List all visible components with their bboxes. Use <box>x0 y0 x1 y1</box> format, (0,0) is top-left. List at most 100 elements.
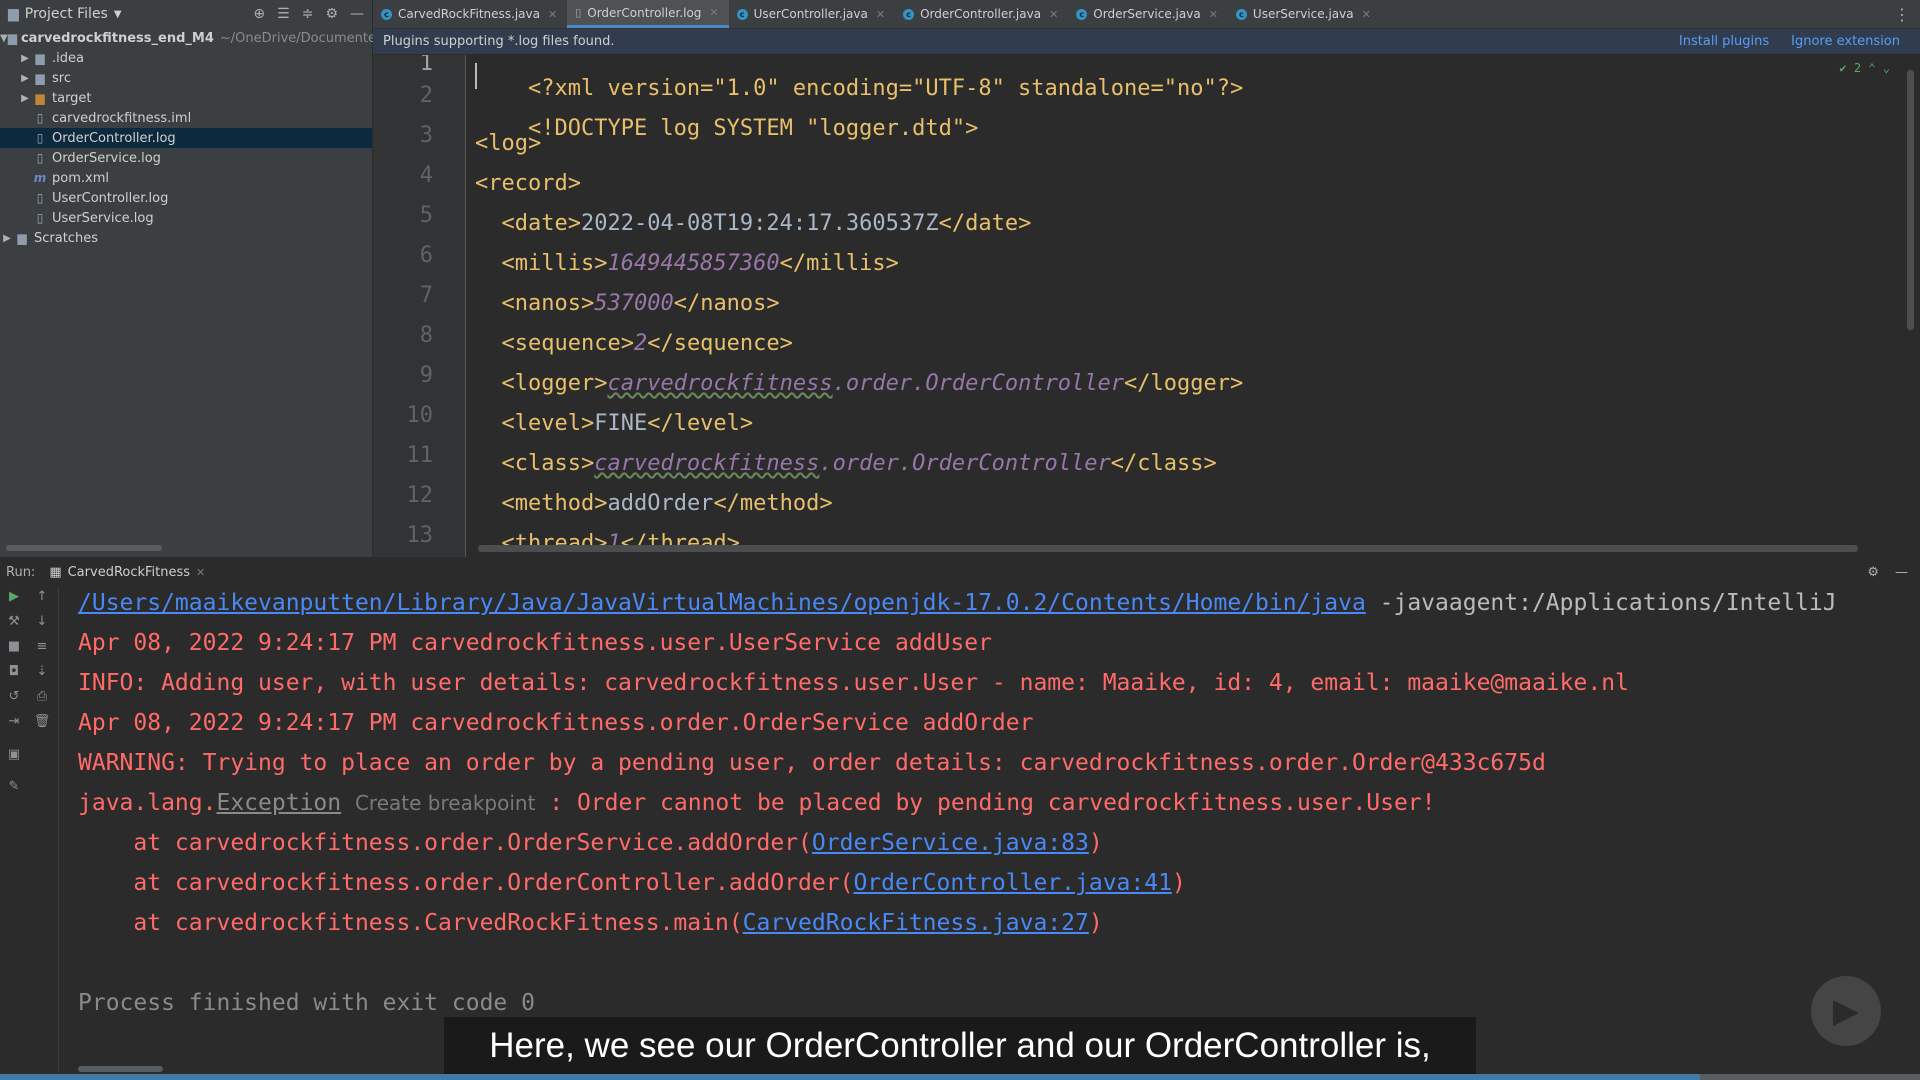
tree-item-label: OrderController.log <box>52 130 176 146</box>
editor-vertical-scrollbar[interactable] <box>1907 70 1914 330</box>
tree-item-ordercontroller-log[interactable]: ▯ OrderController.log <box>0 128 372 148</box>
project-view-selector[interactable]: Project Files <box>25 6 108 22</box>
console-horizontal-scrollbar[interactable] <box>78 1066 163 1072</box>
close-icon[interactable]: ✕ <box>709 6 718 19</box>
source-link[interactable]: OrderService.java:83 <box>812 830 1089 856</box>
source-link[interactable]: OrderController.java:41 <box>853 870 1172 896</box>
ignore-extension-link[interactable]: Ignore extension <box>1791 34 1900 49</box>
tree-item-label: pom.xml <box>52 170 109 186</box>
tab-ordercontroller-log[interactable]: ▯ OrderController.log ✕ <box>567 0 729 28</box>
file-icon: ▯ <box>36 111 44 125</box>
console-line: WARNING: Trying to place an order by a p… <box>78 750 1546 776</box>
tree-item-iml[interactable]: ▯ carvedrockfitness.iml <box>0 108 372 128</box>
create-breakpoint-link[interactable]: Create breakpoint <box>355 791 535 815</box>
collapse-all-icon[interactable]: ≑ <box>302 6 314 22</box>
exception-link[interactable]: Exception <box>216 790 341 816</box>
tree-item-src[interactable]: ▶ ▆ src <box>0 68 372 88</box>
install-plugins-link[interactable]: Install plugins <box>1679 34 1769 49</box>
chevron-down-icon[interactable]: ▼ <box>114 9 122 20</box>
line-number: 10 <box>406 403 434 428</box>
java-path-link[interactable]: /Users/maaikevanputten/Library/Java/Java… <box>78 590 1366 616</box>
minimize-icon[interactable]: — <box>1895 565 1908 580</box>
trash-icon[interactable]: 🗑 <box>32 714 52 729</box>
sidebar-horizontal-scrollbar[interactable] <box>6 545 162 551</box>
tab-carvedrockfitness-java[interactable]: c CarvedRockFitness.java ✕ <box>373 0 567 28</box>
code-editor[interactable]: 1 2 3 4 5 6 7 8 9 10 11 12 13 <?xml vers… <box>373 55 1920 557</box>
xml-tag: </class> <box>1110 451 1217 476</box>
chevron-right-icon[interactable]: ▶ <box>0 233 14 244</box>
soft-wrap-icon[interactable]: ≡ <box>32 639 52 654</box>
gear-icon[interactable]: ⚙ <box>1867 565 1879 580</box>
inspection-check-icon[interactable]: ✔ 2 ⌃ ⌄ <box>1839 61 1890 75</box>
exit-icon[interactable]: ⇥ <box>4 714 24 729</box>
close-icon[interactable]: ✕ <box>876 8 885 21</box>
chevron-right-icon[interactable]: ▶ <box>18 93 32 104</box>
tab-label: UserController.java <box>753 7 868 21</box>
line-number: 4 <box>419 163 433 188</box>
line-number: 9 <box>419 363 433 388</box>
xml-tag: </millis> <box>779 251 899 276</box>
xml-tag: <method> <box>501 491 608 516</box>
arrow-down-icon[interactable]: ↓ <box>32 614 52 629</box>
line-number: 7 <box>419 283 433 308</box>
tab-orderservice-java[interactable]: c OrderService.java ✕ <box>1068 0 1228 28</box>
source-link[interactable]: CarvedRockFitness.java:27 <box>743 910 1089 936</box>
folder-icon: ▆ <box>35 51 45 65</box>
close-icon[interactable]: ✕ <box>548 8 557 21</box>
tree-item-label: .idea <box>52 50 84 66</box>
tab-usercontroller-java[interactable]: c UserController.java ✕ <box>729 0 895 28</box>
camera-icon[interactable]: ◘ <box>4 664 24 679</box>
pin-icon[interactable]: ✎ <box>4 779 24 794</box>
editor-horizontal-scrollbar[interactable] <box>478 545 1858 552</box>
exception-prefix: java.lang. <box>78 790 217 816</box>
run-config-tab[interactable]: ▦ CarvedRockFitness ✕ <box>49 565 205 580</box>
line-number: 12 <box>406 483 434 508</box>
print-icon[interactable]: ⎙ <box>32 689 52 704</box>
restore-layout-icon[interactable]: ↺ <box>4 689 24 704</box>
tree-project-root[interactable]: ▼ ▆ carvedrockfitness_end_M4 ~/OneDrive/… <box>0 28 384 48</box>
inspection-count: 2 <box>1853 61 1862 75</box>
java-class-icon: c <box>1076 8 1088 20</box>
line-number-gutter: 1 2 3 4 5 6 7 8 9 10 11 12 13 <box>373 55 465 557</box>
file-icon: ▯ <box>36 131 44 145</box>
tab-ordercontroller-java[interactable]: c OrderController.java ✕ <box>895 0 1068 28</box>
wrench-icon[interactable]: ⚒ <box>4 614 24 629</box>
tree-item-idea[interactable]: ▶ ▆ .idea <box>0 48 372 68</box>
close-icon[interactable]: ✕ <box>1049 8 1058 21</box>
rerun-icon[interactable]: ▶ <box>4 589 24 604</box>
expand-all-icon[interactable]: ☰ <box>277 6 290 22</box>
chevron-right-icon[interactable]: ▶ <box>18 53 32 64</box>
tree-item-pom[interactable]: m pom.xml <box>0 168 372 188</box>
tab-userservice-java[interactable]: c UserService.java ✕ <box>1228 0 1381 28</box>
console-line: INFO: Adding user, with user details: ca… <box>78 670 1629 696</box>
nanos-value: 537000 <box>594 291 674 316</box>
code-line-2: <!DOCTYPE log SYSTEM "logger.dtd"> <box>475 91 978 166</box>
xml-tag: <class> <box>501 451 595 476</box>
play-icon[interactable]: ▶ <box>1811 976 1881 1046</box>
xml-tag: <sequence> <box>501 331 634 356</box>
tree-item-userservice-log[interactable]: ▯ UserService.log <box>0 208 372 228</box>
minimize-icon[interactable]: — <box>350 6 364 22</box>
tree-item-orderservice-log[interactable]: ▯ OrderService.log <box>0 148 372 168</box>
chevron-right-icon[interactable]: ▶ <box>18 73 32 84</box>
chevron-down-icon[interactable]: ▼ <box>0 33 8 44</box>
more-tabs-icon[interactable]: ⋮ <box>1894 5 1910 24</box>
gear-icon[interactable]: ⚙ <box>325 6 338 22</box>
stop-icon[interactable]: ■ <box>4 639 24 654</box>
run-label: Run: <box>6 564 36 580</box>
console-output[interactable]: /Users/maaikevanputten/Library/Java/Java… <box>78 587 1920 1080</box>
tree-item-scratches[interactable]: ▶ ▆ Scratches <box>0 228 372 248</box>
video-progress-bar[interactable] <box>0 1074 1920 1080</box>
tree-item-usercontroller-log[interactable]: ▯ UserController.log <box>0 188 372 208</box>
code-line-4: <record> <box>475 171 581 196</box>
arrow-up-icon[interactable]: ↑ <box>32 589 52 604</box>
tree-item-target[interactable]: ▶ ▆ target <box>0 88 372 108</box>
close-icon[interactable]: ✕ <box>1209 8 1218 21</box>
close-icon[interactable]: ✕ <box>1362 8 1371 21</box>
line-number: 13 <box>406 523 434 548</box>
layout-icon[interactable]: ▣ <box>4 747 24 762</box>
close-icon[interactable]: ✕ <box>196 566 205 579</box>
scroll-to-end-icon[interactable]: ⇣ <box>32 664 52 679</box>
locate-icon[interactable]: ⊕ <box>253 6 265 22</box>
xml-tag: </level> <box>647 411 754 436</box>
